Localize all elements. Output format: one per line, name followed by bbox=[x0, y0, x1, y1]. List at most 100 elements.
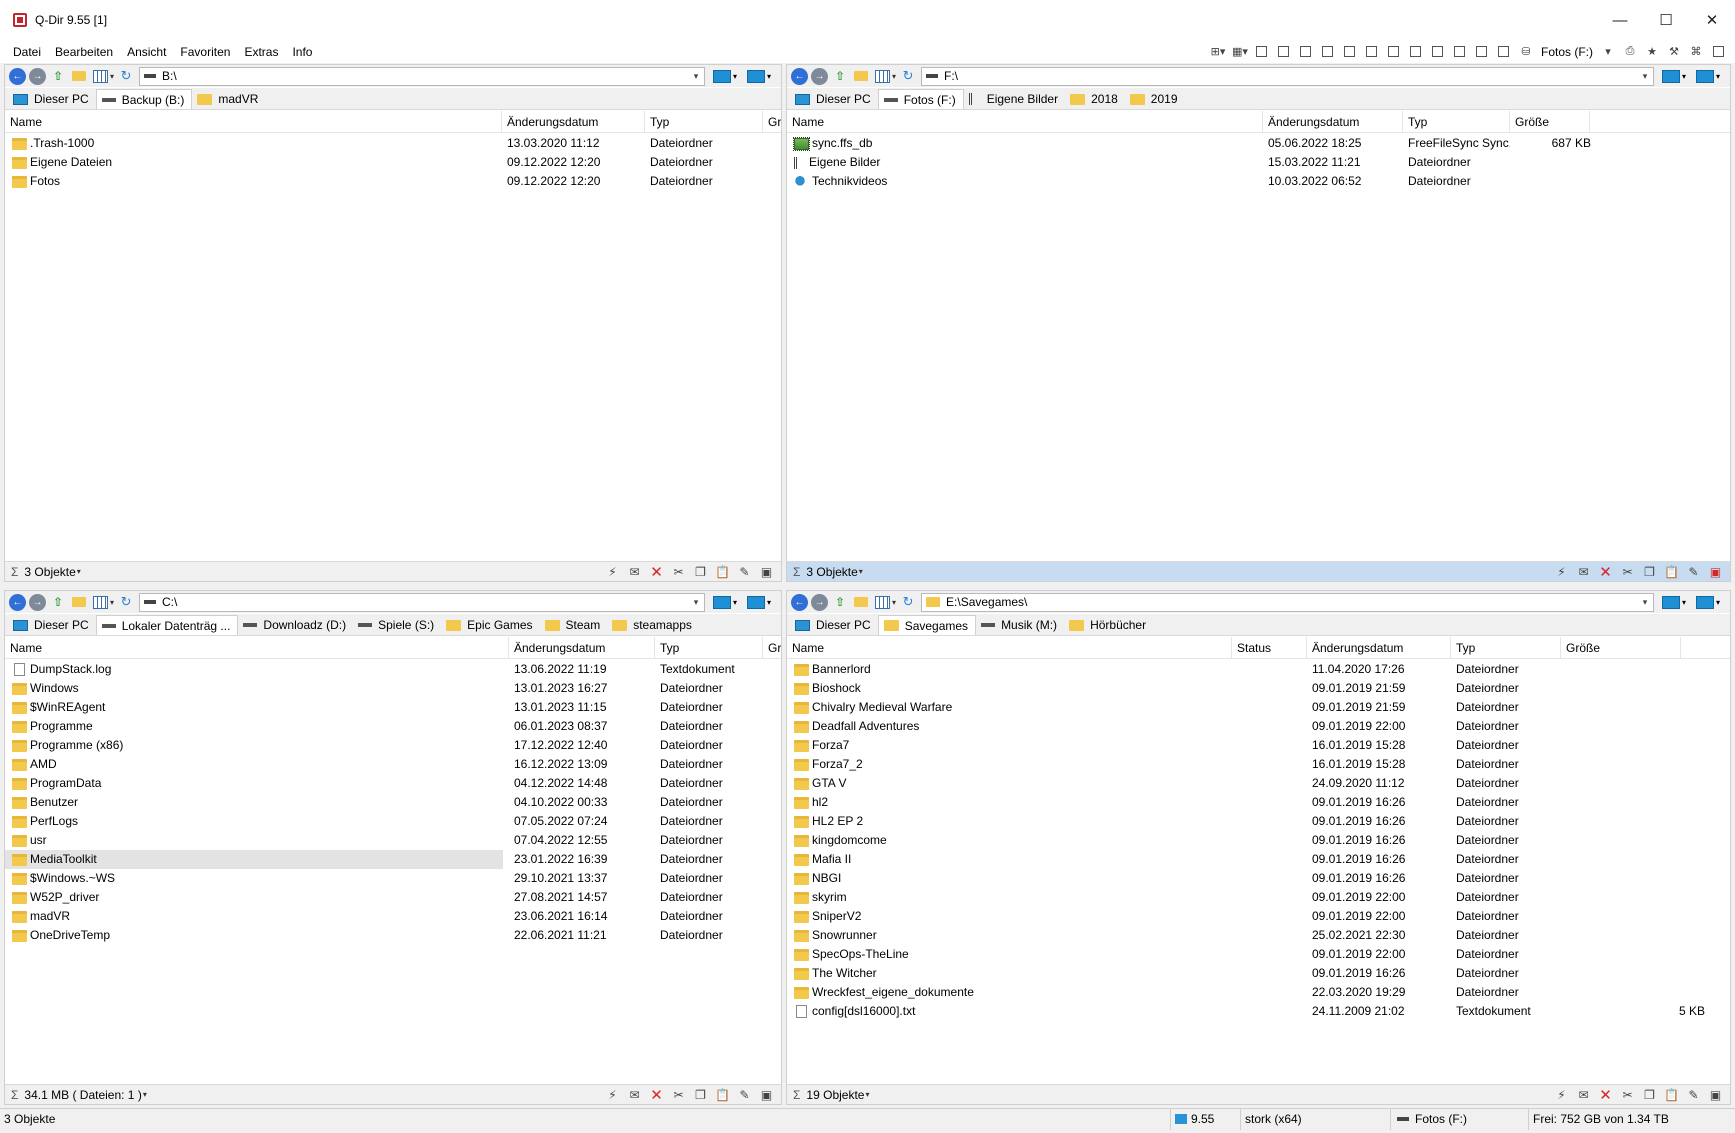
pane-options-icon[interactable]: ▣ bbox=[758, 1088, 775, 1102]
tab-downloadz-d[interactable]: Downloadz (D:) bbox=[238, 615, 353, 635]
file-row[interactable]: OneDriveTemp 22.06.2021 11:21 Dateiordner bbox=[5, 926, 781, 945]
chevron-down-icon[interactable]: ▾ bbox=[1599, 45, 1617, 59]
pane-options-icon[interactable]: ▣ bbox=[1707, 565, 1724, 579]
layout-11-icon[interactable] bbox=[1473, 45, 1491, 59]
pane-status-text[interactable]: 34.1 MB ( Dateien: 1 ) bbox=[24, 1088, 141, 1102]
file-row[interactable]: skyrim 09.01.2019 22:00 Dateiordner bbox=[787, 888, 1730, 907]
file-row[interactable]: Programme 06.01.2023 08:37 Dateiordner bbox=[5, 717, 781, 736]
email-icon[interactable]: ✉ bbox=[626, 1088, 643, 1102]
rename-icon[interactable]: ✎ bbox=[1685, 565, 1702, 579]
file-row[interactable]: .Trash-1000 13.03.2020 11:12 Dateiordner bbox=[5, 134, 781, 153]
file-row[interactable]: Fotos 09.12.2022 12:20 Dateiordner bbox=[5, 172, 781, 191]
layout-8-icon[interactable] bbox=[1407, 45, 1425, 59]
forward-arrow-icon[interactable]: → bbox=[811, 593, 828, 611]
maximize-button[interactable]: ☐ bbox=[1643, 0, 1689, 40]
new-folder-icon[interactable] bbox=[70, 68, 88, 84]
layout-1-icon[interactable] bbox=[1253, 45, 1271, 59]
up-folder-icon[interactable]: ⇧ bbox=[831, 68, 849, 84]
column-type[interactable]: Typ bbox=[645, 111, 763, 133]
tab-savegames[interactable]: Savegames bbox=[877, 615, 977, 635]
pane-status-text[interactable]: 3 Objekte bbox=[24, 565, 75, 579]
close-button[interactable]: ✕ bbox=[1689, 0, 1735, 40]
file-row[interactable]: config[dsl16000].txt 24.11.2009 21:02 Text… bbox=[787, 1002, 1730, 1021]
menu-favoriten[interactable]: Favoriten bbox=[173, 45, 237, 59]
up-folder-icon[interactable]: ⇧ bbox=[831, 594, 849, 610]
file-row[interactable]: GTA V 24.09.2020 11:12 Dateiordner bbox=[787, 774, 1730, 793]
view-mode-icon[interactable] bbox=[873, 594, 891, 610]
paste-icon[interactable]: 📋 bbox=[714, 1088, 731, 1102]
forward-arrow-icon[interactable]: → bbox=[29, 593, 46, 611]
cut-icon[interactable]: ✂ bbox=[1619, 1088, 1636, 1102]
rename-icon[interactable]: ✎ bbox=[1685, 1088, 1702, 1102]
file-row[interactable]: Bannerlord 11.04.2020 17:26 Dateiordner bbox=[787, 660, 1730, 679]
forward-arrow-icon[interactable]: → bbox=[811, 67, 828, 85]
file-row[interactable]: Bioshock 09.01.2019 21:59 Dateiordner bbox=[787, 679, 1730, 698]
chevron-down-icon[interactable]: ▾ bbox=[892, 598, 896, 607]
file-row[interactable]: DumpStack.log 13.06.2022 11:19 Textdokumen… bbox=[5, 660, 781, 679]
refresh-icon[interactable]: ↻ bbox=[117, 594, 135, 610]
tab-spiele-s[interactable]: Spiele (S:) bbox=[353, 615, 441, 635]
display-options-icon[interactable] bbox=[1696, 68, 1726, 84]
copy-icon[interactable]: ❐ bbox=[692, 565, 709, 579]
file-row[interactable]: Windows 13.01.2023 16:27 Dateiordner bbox=[5, 679, 781, 698]
display-options-icon[interactable] bbox=[1696, 594, 1726, 610]
menu-bearbeiten[interactable]: Bearbeiten bbox=[48, 45, 120, 59]
column-date[interactable]: Änderungsdatum bbox=[1263, 111, 1403, 133]
column-date[interactable]: Änderungsdatum bbox=[1307, 637, 1451, 659]
tab-lokaler-datenträg[interactable]: Lokaler Datenträg ... bbox=[95, 615, 239, 635]
column-name[interactable]: Name bbox=[787, 111, 1263, 133]
tab-madvr[interactable]: madVR bbox=[192, 89, 265, 109]
address-input[interactable]: C:\ ▾ bbox=[139, 592, 705, 612]
file-row[interactable]: W52P_driver 27.08.2021 14:57 Dateiordner bbox=[5, 888, 781, 907]
tab-eigene-bilder[interactable]: Eigene Bilder bbox=[964, 89, 1065, 109]
file-row[interactable]: Eigene Dateien 09.12.2022 12:20 Dateiordne… bbox=[5, 153, 781, 172]
menu-info[interactable]: Info bbox=[285, 45, 319, 59]
forward-arrow-icon[interactable]: → bbox=[29, 67, 46, 85]
favorite-star-icon[interactable]: ★ bbox=[1643, 45, 1661, 59]
menu-ansicht[interactable]: Ansicht bbox=[120, 45, 173, 59]
tab-fotos-f[interactable]: Fotos (F:) bbox=[877, 89, 964, 109]
file-row[interactable]: sync.ffs_db 05.06.2022 18:25 FreeFileSync … bbox=[787, 134, 1730, 153]
tab-epic-games[interactable]: Epic Games bbox=[441, 615, 539, 635]
file-row[interactable]: $WinREAgent 13.01.2023 11:15 Dateiordner bbox=[5, 698, 781, 717]
address-dropdown-icon[interactable]: ▾ bbox=[688, 71, 704, 82]
new-folder-icon[interactable] bbox=[70, 594, 88, 610]
chevron-down-icon[interactable]: ▾ bbox=[110, 72, 114, 81]
file-row[interactable]: SpecOps-TheLine 09.01.2019 22:00 Dateiordn… bbox=[787, 945, 1730, 964]
back-arrow-icon[interactable]: ← bbox=[791, 67, 808, 85]
back-arrow-icon[interactable]: ← bbox=[9, 593, 26, 611]
display-options-icon[interactable] bbox=[747, 68, 777, 84]
chevron-down-icon[interactable]: ▾ bbox=[865, 1090, 869, 1099]
file-row[interactable]: Forza7 16.01.2019 15:28 Dateiordner bbox=[787, 736, 1730, 755]
file-row[interactable]: Chivalry Medieval Warfare 09.01.2019 21:5… bbox=[787, 698, 1730, 717]
file-row[interactable]: hl2 09.01.2019 16:26 Dateiordner bbox=[787, 793, 1730, 812]
view-mode-icon[interactable] bbox=[91, 594, 109, 610]
view-mode-icon[interactable] bbox=[873, 68, 891, 84]
printer-icon[interactable]: ⎙ bbox=[1621, 45, 1639, 59]
layout-5-icon[interactable] bbox=[1341, 45, 1359, 59]
tab-2018[interactable]: 2018 bbox=[1065, 89, 1125, 109]
refresh-icon[interactable]: ↻ bbox=[899, 68, 917, 84]
address-dropdown-icon[interactable]: ▾ bbox=[1637, 71, 1653, 82]
file-row[interactable]: Eigene Bilder 15.03.2022 11:21 Dateiordner bbox=[787, 153, 1730, 172]
pane-status-text[interactable]: 3 Objekte bbox=[806, 565, 857, 579]
lightning-icon[interactable]: ⚡ bbox=[1553, 1088, 1570, 1102]
menu-datei[interactable]: Datei bbox=[6, 45, 48, 59]
up-folder-icon[interactable]: ⇧ bbox=[49, 594, 67, 610]
column-date[interactable]: Änderungsdatum bbox=[509, 637, 655, 659]
tab-dieser-pc[interactable]: Dieser PC bbox=[790, 89, 878, 109]
column-size[interactable]: Größe bbox=[763, 637, 781, 659]
copy-icon[interactable]: ❐ bbox=[1641, 565, 1658, 579]
address-dropdown-icon[interactable]: ▾ bbox=[688, 597, 704, 608]
copy-icon[interactable]: ❐ bbox=[692, 1088, 709, 1102]
file-row[interactable]: madVR 23.06.2021 16:14 Dateiordner bbox=[5, 907, 781, 926]
address-input[interactable]: B:\ ▾ bbox=[139, 66, 705, 86]
refresh-icon[interactable]: ↻ bbox=[117, 68, 135, 84]
address-input[interactable]: F:\ ▾ bbox=[921, 66, 1654, 86]
paste-icon[interactable]: 📋 bbox=[714, 565, 731, 579]
file-row[interactable]: PerfLogs 07.05.2022 07:24 Dateiordner bbox=[5, 812, 781, 831]
cut-icon[interactable]: ✂ bbox=[670, 565, 687, 579]
file-row[interactable]: Mafia II 09.01.2019 16:26 Dateiordner bbox=[787, 850, 1730, 869]
lightning-icon[interactable]: ⚡ bbox=[604, 1088, 621, 1102]
tab-2019[interactable]: 2019 bbox=[1125, 89, 1185, 109]
